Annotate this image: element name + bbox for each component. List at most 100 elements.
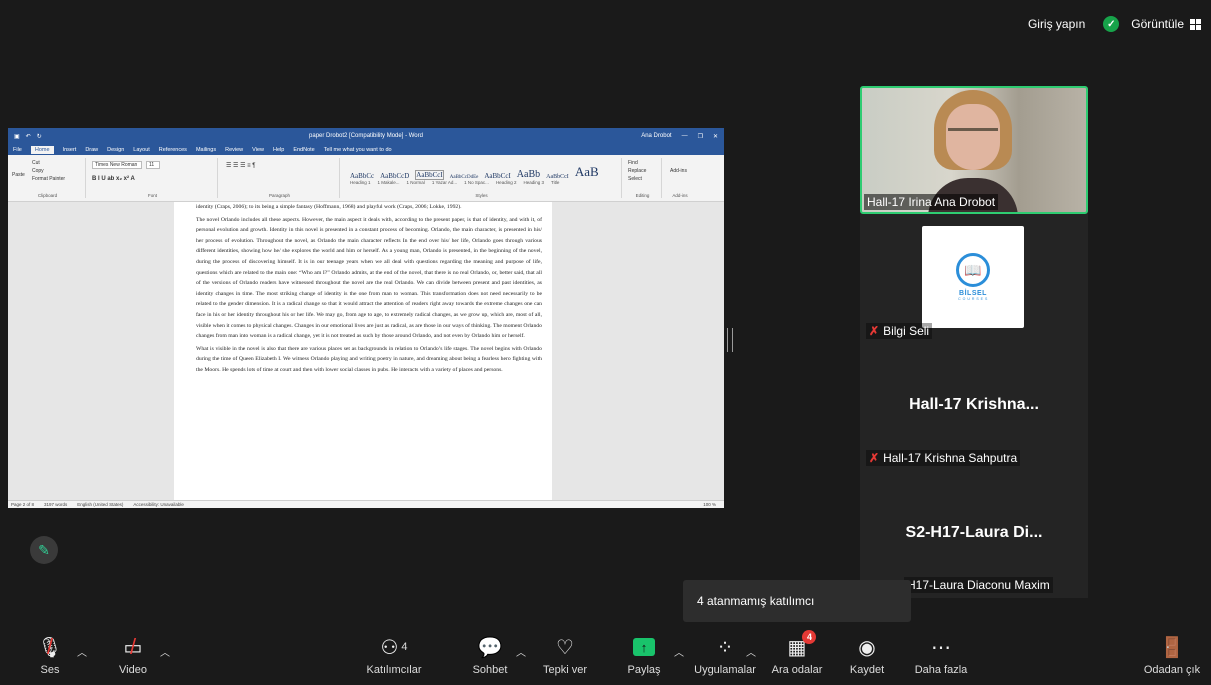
shared-screen[interactable]: ▣ ↶ ↻ paper Drobot2 [Compatibility Mode]… bbox=[8, 128, 724, 508]
participant-label-bilgi: ✗ Bilgi Seli bbox=[866, 323, 933, 339]
font-name-box: Times New Roman bbox=[92, 161, 142, 169]
record-label: Kaydet bbox=[849, 664, 885, 676]
style-labels: Heading 1 1 Makale... 1 Normal 1 Yazar A… bbox=[350, 180, 559, 185]
word-tab-draw: Draw bbox=[85, 146, 99, 153]
styles-gallery: AaBbCc AaBbCcD AaBbCcI AaBbCcDdEe AaBbCc… bbox=[350, 164, 599, 180]
word-tab-endnote: EndNote bbox=[293, 146, 315, 153]
style-sample: AaBbCcI bbox=[415, 170, 444, 180]
more-icon: ⋯ bbox=[931, 636, 951, 659]
word-tab-home: Home bbox=[30, 145, 54, 154]
video-button[interactable]: ▭ / Video bbox=[98, 634, 168, 676]
annotate-pencil-button[interactable]: ✎ bbox=[30, 536, 58, 564]
style-label: Title bbox=[551, 180, 560, 185]
find-label: Find bbox=[628, 160, 638, 166]
addins-label: Add-ins bbox=[672, 193, 688, 198]
word-tab-insert: Insert bbox=[62, 146, 77, 153]
style-label: Heading 2 bbox=[495, 180, 517, 185]
replace-label: Replace bbox=[628, 168, 647, 174]
signin-link[interactable]: Giriş yapın bbox=[1022, 14, 1091, 34]
mic-muted-icon: 🎙 / bbox=[37, 634, 63, 659]
video-options-caret[interactable]: ︿ bbox=[160, 644, 170, 659]
document-page: identity (Craps, 2006); to its being a s… bbox=[174, 202, 552, 500]
participant-label-laura: H17-Laura Diaconu Maxim bbox=[904, 577, 1053, 593]
word-tab-review: Review bbox=[225, 146, 244, 153]
participants-button[interactable]: ⚇ 4 Katılımcılar bbox=[359, 634, 429, 677]
paragraph: The novel Orlando includes all these asp… bbox=[196, 216, 542, 340]
accessibility: Accessibility: Unavailable bbox=[133, 502, 184, 507]
book-icon: 📖 bbox=[956, 253, 990, 287]
share-label: Paylaş bbox=[627, 664, 661, 676]
audio-button[interactable]: 🎙 / Ses bbox=[15, 634, 85, 676]
word-ribbon-tabs: File Home Insert Draw Design Layout Refe… bbox=[8, 144, 724, 155]
font-size-box: 11 bbox=[146, 161, 160, 169]
breakout-rooms-button[interactable]: ▦ 4 Ara odalar bbox=[762, 630, 832, 676]
ribbon-group-clipboard: Paste Cut Copy Format Painter Clipboard bbox=[10, 158, 86, 198]
logo-subtext: C O U R S E S bbox=[958, 297, 988, 301]
chat-options-caret[interactable]: ︿ bbox=[516, 644, 526, 659]
view-button[interactable]: Görüntüle bbox=[1131, 17, 1201, 31]
clipboard-label: Clipboard bbox=[37, 193, 58, 198]
apps-options-caret[interactable]: ︿ bbox=[746, 644, 756, 659]
mic-muted-icon: ✗ bbox=[869, 451, 880, 465]
grid-view-icon bbox=[1190, 18, 1201, 30]
record-icon: ◉ bbox=[858, 636, 876, 659]
style-label: 1 Makale... bbox=[377, 180, 400, 185]
addins-button-label: Add-ins bbox=[670, 168, 687, 174]
react-button[interactable]: ♡ Tepki ver bbox=[530, 634, 600, 677]
heart-icon: ♡ bbox=[556, 636, 574, 659]
participant-name: H17-Laura Diaconu Maxim bbox=[907, 578, 1050, 592]
split-divider-handle[interactable] bbox=[727, 328, 733, 352]
paragraph-label: Paragraph bbox=[268, 193, 290, 198]
breakout-label: Ara odalar bbox=[771, 664, 823, 676]
chat-icon: 💬 bbox=[477, 636, 503, 659]
video-tile-irina[interactable]: Hall-17 Irina Ana Drobot bbox=[860, 86, 1088, 214]
format-painter-label: Format Painter bbox=[32, 176, 66, 182]
leave-label: Odadan çık bbox=[1143, 664, 1201, 676]
share-options-caret[interactable]: ︿ bbox=[674, 644, 684, 659]
ribbon-group-editing: Find Replace Select Editing bbox=[624, 158, 662, 198]
participant-label-krishna: ✗ Hall-17 Krishna Sahputra bbox=[866, 450, 1021, 466]
word-doc-title: paper Drobot2 [Compatibility Mode] - Wor… bbox=[309, 133, 423, 139]
participant-name: Hall-17 Krishna Sahputra bbox=[883, 451, 1018, 465]
word-tab-layout: Layout bbox=[133, 146, 150, 153]
audio-options-caret[interactable]: ︿ bbox=[77, 644, 87, 659]
word-tab-view: View bbox=[252, 146, 264, 153]
word-tab-design: Design bbox=[107, 146, 125, 153]
font-format-icons: B I U ab x₂ x² A bbox=[92, 176, 135, 182]
style-sample: AaBbCc bbox=[350, 172, 375, 180]
meeting-toolbar: 🎙 / Ses ︿ ▭ / Video ︿ ⚇ 4 Katılımcılar 💬 So… bbox=[0, 628, 1211, 685]
participants-icon: ⚇ 4 bbox=[380, 636, 408, 659]
styles-label: Styles bbox=[475, 193, 488, 198]
leave-button[interactable]: 🚪 Odadan çık bbox=[1137, 634, 1207, 677]
participant-big-name-laura: S2-H17-Laura Di... bbox=[905, 524, 1043, 541]
select-label: Select bbox=[628, 176, 642, 182]
style-label: Heading 1 bbox=[350, 180, 371, 185]
ribbon-group-addins: Add-ins Add-ins bbox=[664, 158, 696, 198]
mic-muted-icon: ✗ bbox=[869, 324, 880, 338]
ribbon-group-paragraph: ☰ ☰ ☰ ≡ ¶ Paragraph bbox=[220, 158, 340, 198]
participant-name: Bilgi Seli bbox=[883, 324, 930, 338]
style-sample: AaBbCcI bbox=[484, 172, 511, 180]
paragraph: What is visible in the novel is also tha… bbox=[196, 345, 542, 373]
logo-text: BİLSEL bbox=[959, 290, 987, 297]
participants-label: Katılımcılar bbox=[366, 664, 422, 676]
word-tab-file: File bbox=[13, 146, 22, 153]
zoom-level: 100 % bbox=[703, 502, 716, 507]
more-label: Daha fazla bbox=[914, 664, 968, 676]
style-sample: AaBb bbox=[516, 169, 541, 180]
shield-check-icon[interactable]: ✓ bbox=[1103, 16, 1120, 32]
audio-label: Ses bbox=[40, 664, 60, 676]
share-button[interactable]: ↑ Paylaş bbox=[609, 634, 679, 676]
more-button[interactable]: ⋯ Daha fazla bbox=[906, 634, 976, 677]
word-tab-help: Help bbox=[273, 146, 285, 153]
paragraph-icons: ☰ ☰ ☰ ≡ ¶ bbox=[226, 163, 256, 169]
editing-label: Editing bbox=[635, 193, 650, 198]
share-screen-icon: ↑ bbox=[633, 634, 655, 660]
bilsel-logo-avatar: 📖 BİLSEL C O U R S E S bbox=[922, 226, 1024, 328]
chat-button[interactable]: 💬 Sohbet bbox=[455, 634, 525, 677]
record-button[interactable]: ◉ Kaydet bbox=[832, 634, 902, 677]
video-off-icon: ▭ / bbox=[123, 634, 143, 659]
participants-gallery: Hall-17 Irina Ana Drobot 📖 BİLSEL C O U … bbox=[860, 86, 1088, 598]
language: English (United States) bbox=[77, 502, 124, 507]
style-label: 1 Normal bbox=[406, 180, 425, 185]
